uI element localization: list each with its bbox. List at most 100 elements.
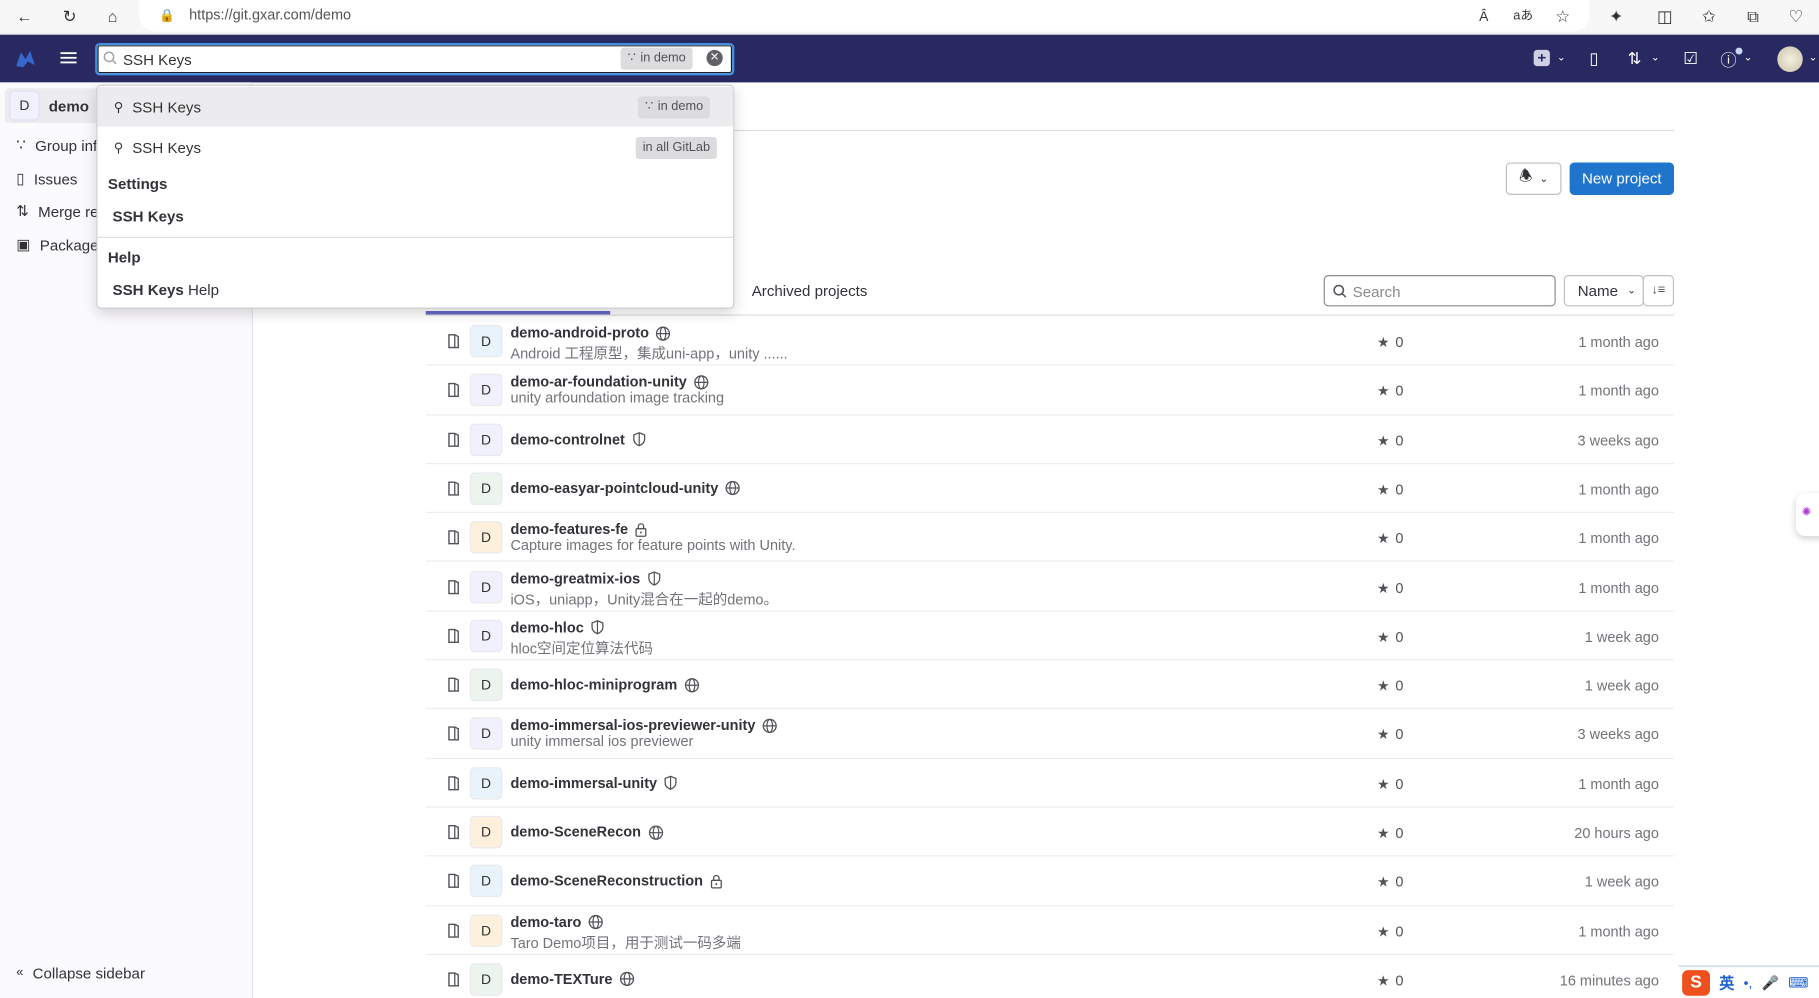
star-count[interactable]: ★ 0 <box>1377 383 1403 399</box>
merge-request-icon[interactable]: ⇅ <box>1628 49 1649 70</box>
project-row[interactable]: Ddemo-greatmix-ios iOS，uniapp，Unity混合在一起的… <box>425 562 1675 612</box>
extensions-icon[interactable]: ✦ <box>1606 6 1627 27</box>
address-bar[interactable] <box>139 0 1590 32</box>
user-avatar[interactable] <box>1777 46 1803 72</box>
lock-icon[interactable]: 🔒 <box>157 6 178 27</box>
punctuation-icon[interactable]: •, <box>1744 974 1753 990</box>
project-row[interactable]: Ddemo-controlnet ★ 0 3 weeks ago <box>425 415 1675 465</box>
project-avatar[interactable]: D <box>469 521 503 554</box>
refresh-icon[interactable]: ↻ <box>59 6 80 27</box>
ime-toolbar[interactable]: S 英 •, 🎤 ⌨ <box>1678 965 1819 998</box>
project-name-link[interactable]: demo-immersal-unity <box>510 775 657 791</box>
star-count[interactable]: ★ 0 <box>1377 825 1403 841</box>
group-name[interactable]: demo <box>49 97 89 114</box>
search-value[interactable]: SSH Keys <box>123 51 192 68</box>
back-icon[interactable]: ← <box>14 6 35 27</box>
browser-essentials-icon[interactable]: ♡ <box>1785 6 1806 27</box>
project-avatar[interactable]: D <box>469 717 503 751</box>
star-count[interactable]: ★ 0 <box>1377 972 1403 988</box>
settings-ssh-keys-link[interactable]: SSH Keys <box>113 208 184 225</box>
project-avatar[interactable]: D <box>469 423 503 456</box>
star-count[interactable]: ★ 0 <box>1377 580 1403 596</box>
project-avatar[interactable]: D <box>469 815 503 849</box>
favorites-icon[interactable]: ✩ <box>1698 6 1719 27</box>
clear-search-icon[interactable]: ✕ <box>706 49 723 67</box>
chevron-down-icon[interactable]: ⌄ <box>1744 51 1753 64</box>
sidebar-item-issues[interactable]: ▯ Issues <box>16 167 77 190</box>
project-name-link[interactable]: demo-TEXTure <box>510 971 612 987</box>
star-count[interactable]: ★ 0 <box>1377 727 1403 743</box>
project-avatar[interactable]: D <box>469 374 503 407</box>
project-name-link[interactable]: demo-easyar-pointcloud-unity <box>510 480 718 496</box>
project-row[interactable]: Ddemo-taro Taro Demo项目，用于测试一码多端 ★ 0 1 month … <box>425 906 1675 955</box>
todo-icon[interactable]: ☑ <box>1683 49 1704 70</box>
star-count[interactable]: ★ 0 <box>1377 776 1403 792</box>
star-count[interactable]: ★ 0 <box>1377 629 1403 645</box>
sort-dropdown[interactable]: Name ⌄ <box>1563 275 1644 307</box>
url-text[interactable]: https://git.gxar.com/demo <box>189 7 351 23</box>
project-row[interactable]: Ddemo-TEXTure ★ 0 16 minutes ago <box>426 955 1674 998</box>
project-avatar[interactable]: D <box>469 668 503 702</box>
project-avatar[interactable]: D <box>469 472 503 505</box>
project-avatar[interactable]: D <box>469 963 503 996</box>
project-avatar[interactable]: D <box>469 864 503 898</box>
ime-mode[interactable]: 英 <box>1719 971 1734 993</box>
project-name-link[interactable]: demo-SceneReconstruction <box>510 873 703 889</box>
project-row[interactable]: Ddemo-immersal-ios-previewer-unity unity … <box>425 710 1675 759</box>
sort-direction-button[interactable]: ↓≡ <box>1642 275 1675 307</box>
suggestion-search-all[interactable]: ⚲ SSH Keys in all GitLab <box>97 128 733 167</box>
project-avatar[interactable]: D <box>469 324 503 358</box>
favorite-star-icon[interactable]: ☆ <box>1552 6 1573 27</box>
star-count[interactable]: ★ 0 <box>1377 874 1403 890</box>
project-row[interactable]: Ddemo-features-fe Capture images for feat… <box>425 513 1675 563</box>
gitlab-logo[interactable] <box>14 48 37 71</box>
project-avatar[interactable]: D <box>469 619 503 652</box>
project-avatar[interactable]: D <box>469 766 503 800</box>
chevron-down-icon[interactable]: ⌄ <box>1651 51 1660 64</box>
project-row[interactable]: Ddemo-hloc-miniprogram ★ 0 1 week ago <box>425 660 1675 710</box>
chevron-down-icon[interactable]: ⌄ <box>1809 51 1818 64</box>
ssh-keys-help-link[interactable]: SSH Keys Help <box>113 281 219 298</box>
project-name-link[interactable]: demo-android-proto <box>510 325 649 341</box>
project-avatar[interactable]: D <box>469 914 503 947</box>
translate-icon[interactable]: aあ <box>1513 6 1534 27</box>
notification-button[interactable]: 🕭 ⌄ <box>1505 162 1562 195</box>
project-name-link[interactable]: demo-SceneRecon <box>510 824 641 840</box>
star-count[interactable]: ★ 0 <box>1377 481 1403 497</box>
star-count[interactable]: ★ 0 <box>1377 531 1403 547</box>
collections-icon[interactable]: ⧉ <box>1742 6 1763 27</box>
project-row[interactable]: Ddemo-SceneRecon ★ 0 20 hours ago <box>425 808 1675 857</box>
project-avatar[interactable]: D <box>469 570 503 603</box>
project-row[interactable]: Ddemo-easyar-pointcloud-unity ★ 0 1 month a… <box>425 464 1675 514</box>
suggestion-search-in-group[interactable]: ⚲ SSH Keys ∵ in demo <box>97 87 734 127</box>
collapse-sidebar-button[interactable]: « Collapse sidebar <box>16 961 145 984</box>
project-name-link[interactable]: demo-features-fe <box>510 521 628 537</box>
project-name-link[interactable]: demo-greatmix-ios <box>510 570 640 586</box>
star-count[interactable]: ★ 0 <box>1377 334 1403 350</box>
star-count[interactable]: ★ 0 <box>1377 923 1403 939</box>
home-icon[interactable]: ⌂ <box>102 6 123 27</box>
chevron-down-icon[interactable]: ⌄ <box>1557 51 1566 64</box>
split-screen-icon[interactable]: ◫ <box>1654 6 1675 27</box>
new-project-button[interactable]: New project <box>1569 162 1675 195</box>
star-count[interactable]: ★ 0 <box>1377 678 1403 694</box>
project-row[interactable]: Ddemo-ar-foundation-unity unity arfoundat… <box>425 366 1675 415</box>
tab-archived-projects[interactable]: Archived projects <box>752 282 868 299</box>
project-name-link[interactable]: demo-ar-foundation-unity <box>510 374 686 390</box>
hamburger-menu-icon[interactable] <box>60 50 77 66</box>
floating-assistant-button[interactable]: ✺ <box>1795 493 1819 537</box>
project-name-link[interactable]: demo-immersal-ios-previewer-unity <box>510 718 755 734</box>
project-name-link[interactable]: demo-hloc-miniprogram <box>510 677 677 693</box>
keyboard-icon[interactable]: ⌨ <box>1788 974 1808 990</box>
project-row[interactable]: Ddemo-android-proto Android 工程原型，集成uni-ap… <box>425 317 1675 366</box>
project-name-link[interactable]: demo-taro <box>510 914 581 930</box>
project-name-link[interactable]: demo-hloc <box>510 619 583 635</box>
project-row[interactable]: Ddemo-hloc hloc空间定位算法代码 ★ 0 1 week ago <box>425 611 1675 661</box>
star-count[interactable]: ★ 0 <box>1377 432 1403 448</box>
issues-icon[interactable]: ▯ <box>1589 49 1610 70</box>
microphone-icon[interactable]: 🎤 <box>1762 974 1779 990</box>
project-name-link[interactable]: demo-controlnet <box>510 431 624 447</box>
project-row[interactable]: Ddemo-SceneReconstruction ★ 0 1 week ago <box>425 857 1675 906</box>
project-row[interactable]: Ddemo-immersal-unity ★ 0 1 month ago <box>425 759 1675 808</box>
read-aloud-icon[interactable]: Â <box>1473 6 1494 27</box>
